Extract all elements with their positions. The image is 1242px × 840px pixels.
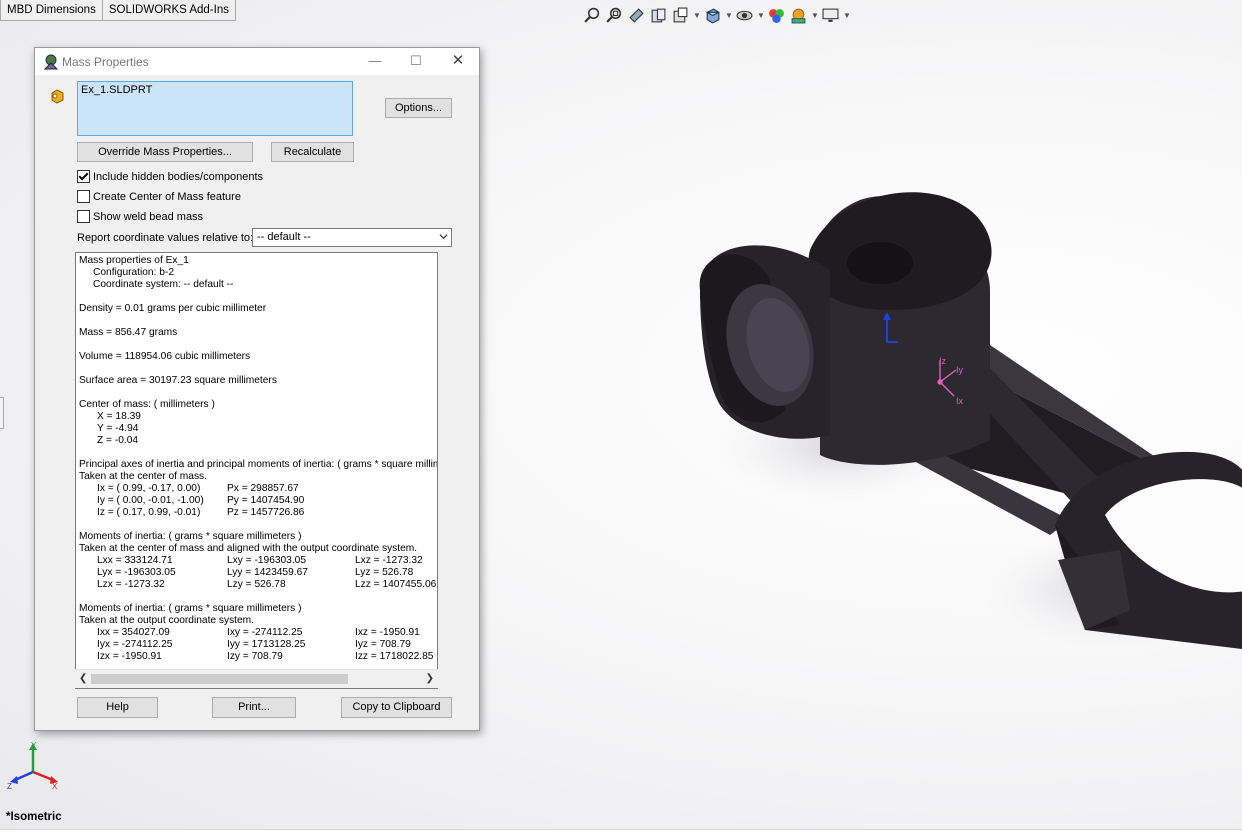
heads-up-view-toolbar: ▼ ▼ ▼ ▼ ▼ <box>583 5 851 25</box>
override-mass-properties-button[interactable]: Override Mass Properties... <box>77 142 253 162</box>
chevron-down-icon[interactable]: ▼ <box>725 11 733 20</box>
triad-z-label: Z <box>7 782 12 791</box>
scroll-left-icon[interactable]: ❮ <box>79 673 87 684</box>
mass-properties-results[interactable]: Mass properties of Ex_1 Configuration: b… <box>75 252 438 689</box>
zoom-to-area-icon[interactable] <box>605 6 623 24</box>
dynamic-annotation-icon[interactable] <box>671 6 689 24</box>
include-hidden-checkbox[interactable] <box>77 170 90 183</box>
selected-items-list[interactable]: Ex_1.SLDPRT <box>77 81 353 136</box>
results-configuration: Configuration: b-2 <box>93 267 174 278</box>
command-manager-tabs: MBD Dimensions SOLIDWORKS Add-Ins <box>0 0 236 22</box>
com-iz-label: Iz <box>939 356 947 366</box>
chevron-down-icon[interactable]: ▼ <box>811 11 819 20</box>
results-pa-taken: Taken at the center of mass. <box>79 471 207 482</box>
weld-bead-checkbox-row[interactable]: Show weld bead mass <box>77 210 203 223</box>
dialog-titlebar[interactable]: Mass Properties — ☐ ✕ <box>35 48 479 75</box>
report-coordinate-select[interactable]: -- default -- <box>252 228 452 247</box>
report-coordinate-label: Report coordinate values relative to: <box>77 232 254 244</box>
selected-items-icon <box>51 89 64 104</box>
apply-scene-icon[interactable] <box>789 6 807 24</box>
create-com-label: Create Center of Mass feature <box>93 190 241 203</box>
view-settings-icon[interactable] <box>821 6 839 24</box>
minimize-icon[interactable]: — <box>360 51 390 71</box>
results-com-x: X = 18.39 <box>97 411 141 422</box>
triad-x-label: X <box>52 782 58 791</box>
results-com-z: Z = -0.04 <box>97 435 139 446</box>
chevron-down-icon <box>439 234 448 240</box>
results-moi1-header: Moments of inertia: ( grams * square mil… <box>79 531 302 542</box>
results-density: Density = 0.01 grams per cubic millimete… <box>79 303 267 314</box>
part-model[interactable]: Iz Iy Ix <box>690 170 1242 690</box>
results-moi1-row: Lyx = -196303.05 Lyy = 1423459.67 Lyz = 52… <box>97 567 414 578</box>
com-iy-label: Iy <box>956 365 964 375</box>
weld-bead-checkbox[interactable] <box>77 210 90 223</box>
results-moi1-row: Lzx = -1273.32 Lzy = 526.78 Lzz = 1407455.… <box>97 579 437 590</box>
close-icon[interactable]: ✕ <box>443 51 473 71</box>
view-orientation-icon[interactable] <box>703 6 721 24</box>
results-moi2-header: Moments of inertia: ( grams * square mil… <box>79 603 302 614</box>
results-pa-row: Iy = ( 0.00, -0.01, -1.00) Py = 1407454.9… <box>97 495 305 506</box>
results-volume: Volume = 118954.06 cubic millimeters <box>79 351 251 362</box>
print-button[interactable]: Print... <box>212 697 296 718</box>
maximize-icon[interactable]: ☐ <box>401 51 431 71</box>
results-com-header: Center of mass: ( millimeters ) <box>79 399 215 410</box>
results-com-y: Y = -4.94 <box>97 423 139 434</box>
top-hole <box>847 242 913 284</box>
copy-to-clipboard-button[interactable]: Copy to Clipboard <box>341 697 452 718</box>
results-mass: Mass = 856.47 grams <box>79 327 178 338</box>
results-pa-row: Iz = ( 0.17, 0.99, -0.01) Pz = 1457726.86 <box>97 507 305 518</box>
mass-properties-icon <box>43 54 59 70</box>
scroll-right-icon[interactable]: ❯ <box>426 673 434 684</box>
options-button[interactable]: Options... <box>385 98 452 118</box>
create-com-checkbox-row[interactable]: Create Center of Mass feature <box>77 190 241 203</box>
status-strip <box>0 829 1242 840</box>
results-moi2-row: Iyx = -274112.25 Iyy = 1713128.25 Iyz = 70… <box>97 639 411 650</box>
results-pa-header: Principal axes of inertia and principal … <box>79 459 438 470</box>
results-moi2-taken: Taken at the output coordinate system. <box>79 615 254 626</box>
results-moi1-taken: Taken at the center of mass and aligned … <box>79 543 418 554</box>
include-hidden-label: Include hidden bodies/components <box>93 170 264 183</box>
zoom-to-fit-icon[interactable] <box>583 6 601 24</box>
com-ix-label: Ix <box>956 396 964 406</box>
selected-item[interactable]: Ex_1.SLDPRT <box>81 84 349 96</box>
results-moi1-row: Lxx = 333124.71 Lxy = -196303.05 Lxz = -12… <box>97 555 423 566</box>
scroll-thumb[interactable] <box>91 674 348 684</box>
results-moi2-row: Izx = -1950.91 Izy = 708.79 Izz = 1718022.… <box>97 651 434 662</box>
previous-view-icon[interactable] <box>627 6 645 24</box>
weld-bead-label: Show weld bead mass <box>93 210 204 223</box>
results-header: Mass properties of Ex_1 <box>79 255 189 266</box>
results-surface-area: Surface area = 30197.23 square millimete… <box>79 375 277 386</box>
report-coordinate-value: -- default -- <box>257 231 311 243</box>
results-horizontal-scrollbar[interactable]: ❮ ❯ <box>75 669 438 688</box>
triad-y-label: Y <box>31 741 37 750</box>
display-style-icon[interactable] <box>735 6 753 24</box>
mass-properties-dialog: Mass Properties — ☐ ✕ Ex_1.SLDPRT Option… <box>34 47 480 731</box>
results-moi2-row: Ixx = 354027.09 Ixy = -274112.25 Ixz = -19… <box>97 627 420 638</box>
section-view-icon[interactable] <box>649 6 667 24</box>
view-name-label: *Isometric <box>6 811 62 823</box>
chevron-down-icon[interactable]: ▼ <box>843 11 851 20</box>
include-hidden-checkbox-row[interactable]: Include hidden bodies/components <box>77 170 263 183</box>
results-pa-row: Ix = ( 0.99, -0.17, 0.00) Px = 298857.67 <box>97 483 299 494</box>
results-coord-system: Coordinate system: -- default -- <box>93 279 234 290</box>
create-com-checkbox[interactable] <box>77 190 90 203</box>
help-button[interactable]: Help <box>77 697 158 718</box>
panel-collapse-handle[interactable] <box>0 397 4 429</box>
chevron-down-icon[interactable]: ▼ <box>693 11 701 20</box>
tab-mbd-dimensions[interactable]: MBD Dimensions <box>0 0 103 21</box>
chevron-down-icon[interactable]: ▼ <box>757 11 765 20</box>
dialog-title: Mass Properties <box>62 55 149 69</box>
recalculate-button[interactable]: Recalculate <box>271 142 354 162</box>
reference-triad: Y X Z <box>7 741 58 791</box>
edit-appearance-icon[interactable] <box>767 6 785 24</box>
tab-solidworks-add-ins[interactable]: SOLIDWORKS Add-Ins <box>101 0 236 21</box>
